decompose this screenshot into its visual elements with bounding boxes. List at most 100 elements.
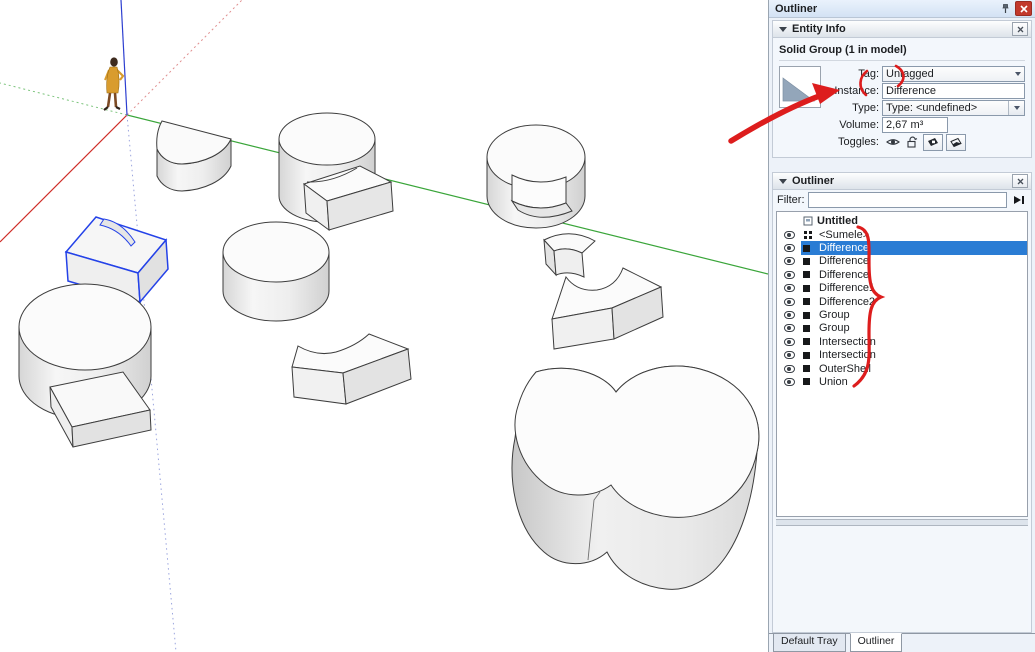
tray-title: Outliner <box>775 2 818 15</box>
3d-viewport[interactable] <box>0 0 769 652</box>
toggles-row: Toggles: <box>829 133 1025 151</box>
group-icon <box>803 298 810 306</box>
instance-row: Instance: Difference <box>829 83 1025 99</box>
tree-item-selected[interactable]: Difference <box>777 241 1027 255</box>
group-icon <box>803 311 810 319</box>
instance-value: Difference <box>886 85 936 97</box>
eye-icon[interactable] <box>777 297 801 306</box>
tree-item-label: <Sumele> <box>819 228 870 241</box>
entity-info-body: Solid Group (1 in model) Tag: Untagged I… <box>773 38 1031 157</box>
eye-icon[interactable] <box>777 257 801 266</box>
entity-info-header[interactable]: Entity Info <box>773 21 1031 38</box>
instance-input[interactable]: Difference <box>882 83 1025 99</box>
tree-item[interactable]: Group <box>777 308 1027 321</box>
filter-input[interactable] <box>807 192 1007 208</box>
tree-item[interactable]: Difference <box>777 255 1027 268</box>
3d-shape-plain-cylinder[interactable] <box>222 221 330 322</box>
filter-row: Filter: <box>773 190 1031 210</box>
tag-label: Tag: <box>858 68 879 80</box>
component-icon <box>804 230 807 234</box>
close-icon[interactable] <box>1015 1 1032 16</box>
group-icon <box>803 365 810 373</box>
receive-shadows-icon[interactable] <box>923 133 943 151</box>
3d-shape-notched-cylinder[interactable] <box>486 124 586 229</box>
tab-outliner[interactable]: Outliner <box>849 633 903 652</box>
tree-item[interactable]: Intersection <box>777 349 1027 362</box>
tree-item-label: Difference2 <box>819 295 876 308</box>
eye-icon[interactable] <box>777 284 801 293</box>
pane-splitter[interactable] <box>776 519 1028 526</box>
collapse-arrow-icon[interactable] <box>779 26 787 32</box>
cast-shadows-icon[interactable] <box>946 133 966 151</box>
volume-value: 2,67 m³ <box>886 119 924 131</box>
dropdown-chevron-icon <box>1013 106 1020 110</box>
3d-shape-union-blob[interactable] <box>511 365 760 590</box>
eye-icon[interactable] <box>777 244 801 253</box>
3d-shape-cylinder-with-box[interactable] <box>278 112 394 232</box>
tree-item-label: OuterShell <box>819 362 871 375</box>
tree-item[interactable]: OuterShell <box>777 362 1027 375</box>
tree-item[interactable]: Group <box>777 322 1027 335</box>
type-dropdown[interactable]: Type: <undefined> <box>882 100 1025 116</box>
sketchup-window: Outliner Entity Info Solid Group (1 in m… <box>0 0 1035 652</box>
outliner-close-icon[interactable] <box>1012 174 1028 188</box>
tree-item-label: Intersection <box>819 349 876 362</box>
3d-scene <box>0 0 769 652</box>
outliner-tree[interactable]: Untitled <Sumele> Difference Difference … <box>776 211 1028 517</box>
tree-item-label: Group <box>819 309 850 322</box>
eye-icon[interactable] <box>777 364 801 373</box>
tag-value: Untagged <box>886 68 934 80</box>
tree-item-label: Union <box>819 375 848 388</box>
tree-item[interactable]: Union <box>777 375 1027 388</box>
type-value: Type: <undefined> <box>886 102 978 114</box>
group-icon <box>803 324 810 332</box>
scale-figure-person[interactable] <box>103 57 125 111</box>
tree-item[interactable]: Difference1 <box>777 282 1027 295</box>
collapse-arrow-icon[interactable] <box>779 178 787 184</box>
tree-item[interactable]: Difference <box>777 268 1027 281</box>
pin-icon[interactable] <box>998 2 1012 15</box>
outliner-header[interactable]: Outliner <box>773 173 1031 190</box>
3d-shape-box-curved-cut-middle[interactable] <box>291 333 412 405</box>
dropdown-chevron-icon <box>1015 72 1021 76</box>
tree-root-row[interactable]: Untitled <box>777 214 1027 228</box>
eye-icon[interactable] <box>777 337 801 346</box>
3d-shape-big-cylinder-with-box[interactable] <box>18 283 152 448</box>
type-dropdown-button[interactable] <box>1008 101 1024 115</box>
entity-info-close-icon[interactable] <box>1012 22 1028 36</box>
tree-item[interactable]: Difference2 <box>777 295 1027 308</box>
model-icon <box>803 216 813 226</box>
eye-icon[interactable] <box>885 135 901 150</box>
type-label: Type: <box>852 102 879 114</box>
eye-icon[interactable] <box>777 377 801 386</box>
3d-shape-wedge-near-origin[interactable] <box>156 120 232 192</box>
tree-item[interactable]: <Sumele> <box>777 228 1027 241</box>
tree-item-label: Difference1 <box>819 282 876 295</box>
3d-shape-curved-wedge[interactable] <box>543 233 596 278</box>
tree-item-label: Difference <box>819 255 869 268</box>
filter-go-icon[interactable] <box>1010 192 1027 208</box>
entity-thumbnail <box>779 66 821 108</box>
tray-titlebar: Outliner <box>769 0 1035 18</box>
instance-label: Instance: <box>834 85 879 97</box>
eye-icon[interactable] <box>777 270 801 279</box>
tag-dropdown[interactable]: Untagged <box>882 66 1025 82</box>
group-icon <box>803 378 810 386</box>
eye-icon[interactable] <box>777 324 801 333</box>
tree-item-label: Difference <box>819 242 869 255</box>
group-icon <box>803 338 810 346</box>
eye-icon[interactable] <box>777 230 801 239</box>
eye-icon[interactable] <box>777 311 801 320</box>
entity-summary: Solid Group (1 in model) <box>779 44 907 56</box>
tray-tab-bar: Default Tray Outliner <box>769 633 1035 652</box>
tab-default-tray[interactable]: Default Tray <box>773 634 846 652</box>
tray-panel: Outliner Entity Info Solid Group (1 in m… <box>768 0 1035 652</box>
entity-info-section: Entity Info Solid Group (1 in model) Tag… <box>772 20 1032 158</box>
eye-icon[interactable] <box>777 351 801 360</box>
tag-row: Tag: Untagged <box>829 66 1025 82</box>
outliner-title: Outliner <box>792 175 835 187</box>
unlock-icon[interactable] <box>904 135 920 150</box>
3d-shape-box-curved-cut-right[interactable] <box>551 267 664 350</box>
group-icon <box>803 351 810 359</box>
tree-item[interactable]: Intersection <box>777 335 1027 348</box>
